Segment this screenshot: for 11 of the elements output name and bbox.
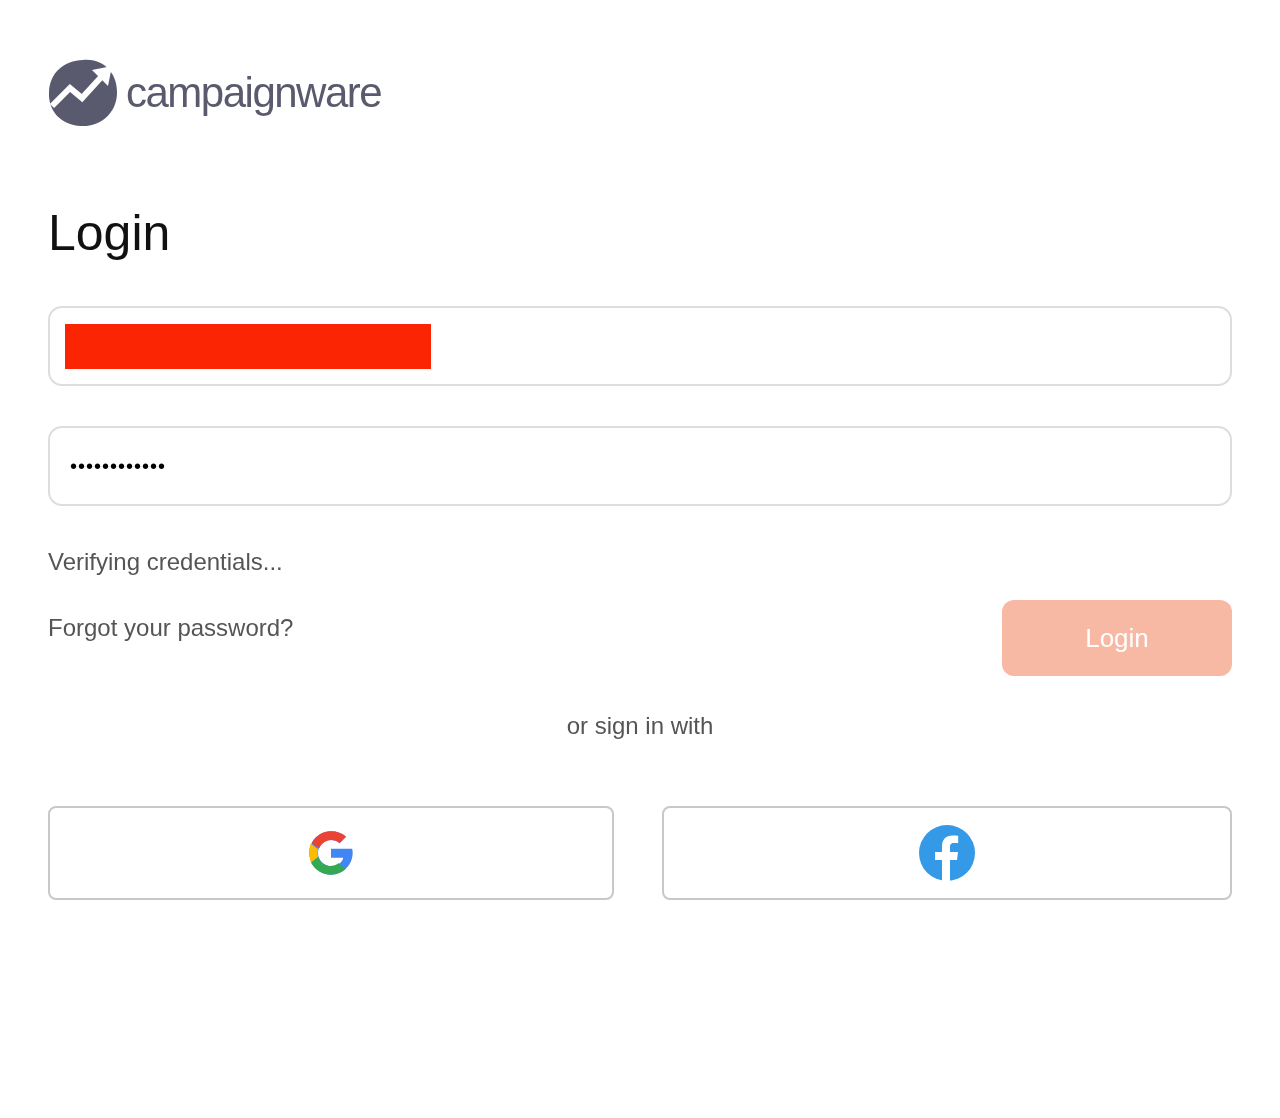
brand-name: campaignware xyxy=(126,72,382,114)
google-signin-button[interactable] xyxy=(48,806,614,900)
logo-icon xyxy=(48,58,118,128)
email-field[interactable] xyxy=(48,306,1232,386)
status-message: Verifying credentials... xyxy=(48,547,284,577)
forgot-password-link[interactable]: Forgot your password? xyxy=(48,610,294,646)
divider-text: or sign in with xyxy=(566,712,714,739)
password-field[interactable]: •••••••••••• xyxy=(48,426,1232,506)
facebook-icon xyxy=(919,825,975,881)
page-title: Login xyxy=(48,208,172,258)
facebook-signin-button[interactable] xyxy=(662,806,1232,900)
